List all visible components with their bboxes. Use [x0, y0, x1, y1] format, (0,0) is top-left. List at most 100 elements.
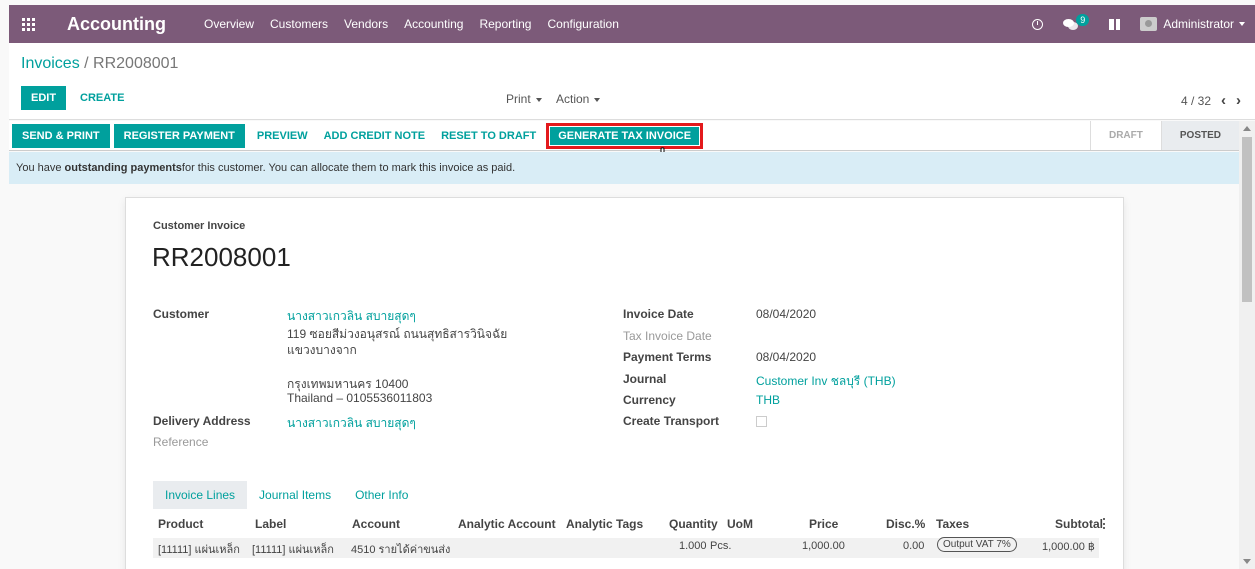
chevron-down-icon [535, 97, 542, 102]
chevron-down-icon [1239, 22, 1245, 26]
app-title[interactable]: Accounting [67, 14, 166, 35]
tax-tag: Output VAT 7% [937, 537, 1017, 552]
next-record-icon[interactable]: › [1236, 92, 1241, 109]
messaging-button[interactable]: 9 [1053, 5, 1099, 43]
activity-button[interactable] [1022, 5, 1053, 43]
menu-item-customers[interactable]: Customers [262, 17, 336, 31]
action-label: Action [556, 92, 590, 106]
customer-address-line4: Thailand – 0105536011803 [287, 391, 433, 405]
column-subtotal[interactable]: Subtotal [1055, 517, 1103, 531]
create-transport-label: Create Transport [623, 414, 720, 428]
create-button[interactable]: CREATE [72, 86, 132, 110]
currency-link[interactable]: THB [756, 393, 780, 407]
invoice-type-label: Customer Invoice [153, 220, 246, 232]
user-name: Administrator [1163, 17, 1234, 31]
column-account[interactable]: Account [352, 517, 400, 531]
column-uom[interactable]: UoM [727, 517, 753, 531]
print-label: Print [506, 92, 531, 106]
delivery-address-label: Delivery Address [153, 414, 251, 428]
print-dropdown[interactable]: Print [506, 92, 542, 106]
previous-record-icon[interactable]: ‹ [1221, 92, 1226, 109]
action-dropdown[interactable]: Action [556, 92, 601, 106]
create-transport-checkbox[interactable] [756, 416, 767, 427]
breadcrumb-invoices[interactable]: Invoices [21, 55, 80, 72]
edit-button[interactable]: EDIT [21, 86, 67, 110]
customer-label: Customer [153, 307, 210, 321]
row-product: [11111] แผ่นเหล็ก [158, 544, 240, 556]
column-taxes[interactable]: Taxes [936, 517, 969, 531]
alert-prefix: You have [16, 162, 62, 174]
gift-icon [1109, 18, 1121, 30]
customer-link[interactable]: นางสาวเกวลิน สบายสุดๆ [287, 307, 416, 326]
column-quantity[interactable]: Quantity [669, 517, 718, 531]
column-disc[interactable]: Disc.% [886, 517, 925, 531]
invoice-form-sheet: Customer Invoice RR2008001 Customer นางส… [125, 197, 1124, 569]
clock-icon [1032, 18, 1044, 30]
send-print-button[interactable]: SEND & PRINT [12, 123, 110, 148]
currency-label: Currency [623, 393, 676, 407]
menu-item-configuration[interactable]: Configuration [539, 17, 626, 31]
column-analytic-account[interactable]: Analytic Account [458, 517, 556, 531]
stage-posted[interactable]: POSTED [1160, 121, 1239, 150]
add-credit-note-button[interactable]: ADD CREDIT NOTE [316, 124, 433, 148]
row-disc: 0.00 [903, 540, 925, 552]
row-price: 1,000.00 [802, 540, 845, 552]
scroll-thumb[interactable] [1242, 137, 1252, 302]
menu-item-overview[interactable]: Overview [196, 17, 262, 31]
row-account: 4510 รายได้ค่าขนส่ง [351, 544, 451, 556]
journal-label: Journal [623, 372, 667, 386]
stage-draft[interactable]: DRAFT [1089, 121, 1161, 150]
reference-label: Reference [153, 435, 209, 449]
scrollbar[interactable] [1239, 121, 1255, 569]
alert-suffix: for this customer. You can allocate them… [181, 162, 516, 174]
payment-terms-label: Payment Terms [623, 350, 712, 364]
generate-tax-invoice-button[interactable]: GENERATE TAX INVOICE [550, 126, 700, 145]
navbar-systray: 9 Administrator [1022, 5, 1255, 43]
scroll-down-icon[interactable] [1243, 559, 1251, 564]
optional-columns-icon[interactable] [1103, 518, 1106, 529]
preview-button[interactable]: PREVIEW [249, 124, 316, 148]
payment-terms-value: 08/04/2020 [756, 350, 817, 364]
customer-address-line2: แขวงบางจาก [287, 343, 357, 357]
tab-journal-items[interactable]: Journal Items [247, 481, 343, 509]
reset-to-draft-button[interactable]: RESET TO DRAFT [433, 124, 544, 148]
column-label[interactable]: Label [255, 517, 286, 531]
invoice-date-value: 08/04/2020 [756, 307, 817, 321]
column-product[interactable]: Product [158, 517, 203, 531]
top-navbar: Accounting Overview Customers Vendors Ac… [9, 5, 1255, 43]
control-panel: Invoices / RR2008001 EDIT CREATE Print A… [9, 43, 1255, 120]
notebook-tabs: Invoice Lines Journal Items Other Info [153, 481, 420, 509]
stage-selector: DRAFT POSTED [1089, 121, 1239, 150]
menu-item-reporting[interactable]: Reporting [471, 17, 539, 31]
user-menu[interactable]: Administrator [1130, 5, 1255, 43]
apps-menu-icon[interactable] [9, 5, 47, 43]
column-analytic-tags[interactable]: Analytic Tags [566, 517, 643, 531]
row-uom: Pcs. [710, 540, 732, 552]
tax-invoice-date-label: Tax Invoice Date [623, 329, 712, 343]
highlight-box: GENERATE TAX INVOICE [546, 122, 704, 149]
breadcrumb-separator: / [79, 55, 94, 72]
chevron-down-icon [594, 97, 601, 102]
form-statusbar: SEND & PRINT REGISTER PAYMENT PREVIEW AD… [9, 121, 1239, 151]
menu-item-vendors[interactable]: Vendors [336, 17, 396, 31]
journal-link[interactable]: Customer Inv ชลบุรี (THB) [756, 372, 896, 391]
alert-bold-text[interactable]: outstanding payments [65, 162, 182, 174]
outstanding-payments-alert: You have outstanding payments for this c… [9, 152, 1239, 184]
scroll-up-icon[interactable] [1243, 126, 1251, 131]
tab-invoice-lines[interactable]: Invoice Lines [153, 481, 248, 509]
breadcrumb-current: RR2008001 [93, 55, 179, 72]
column-price[interactable]: Price [809, 517, 838, 531]
delivery-address-link[interactable]: นางสาวเกวลิน สบายสุดๆ [287, 414, 416, 433]
menu-item-accounting[interactable]: Accounting [396, 17, 471, 31]
register-payment-button[interactable]: REGISTER PAYMENT [113, 123, 245, 148]
chat-icon [1063, 18, 1079, 30]
main-menu: Overview Customers Vendors Accounting Re… [196, 17, 627, 31]
pager: 4 / 32 ‹ › [1181, 92, 1241, 109]
invoice-date-label: Invoice Date [623, 307, 694, 321]
tab-other-info[interactable]: Other Info [343, 481, 420, 509]
pager-value[interactable]: 4 / 32 [1181, 94, 1211, 108]
avatar [1140, 17, 1158, 31]
gift-button[interactable] [1099, 5, 1130, 43]
row-quantity: 1.000 [679, 540, 707, 552]
row-label: [11111] แผ่นเหล็ก [252, 544, 334, 556]
